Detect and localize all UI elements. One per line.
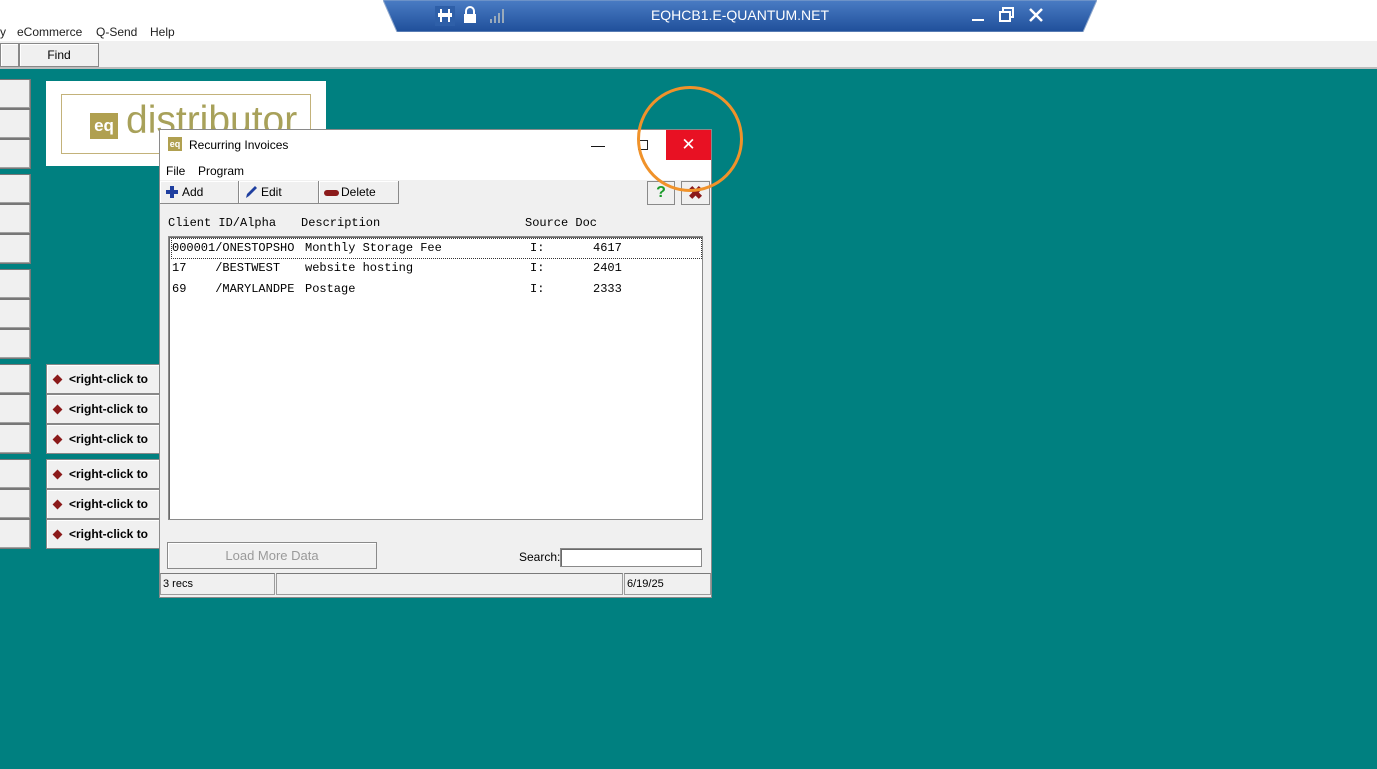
- side-button-4[interactable]: [0, 174, 31, 204]
- cell-description: Postage: [305, 282, 356, 296]
- list-row[interactable]: 17 /BESTWEST website hosting I: 2401: [171, 259, 700, 278]
- cell-source: I:: [530, 282, 545, 296]
- quick-button-4[interactable]: <right-click to: [46, 459, 160, 489]
- dialog-toolbar: Add Edit Delete ? ✖: [160, 180, 711, 206]
- side-button-7[interactable]: [0, 269, 31, 299]
- delete-button-label: Delete: [341, 185, 376, 199]
- menu-program[interactable]: Program: [198, 164, 244, 178]
- cell-doc: 4617: [593, 241, 622, 255]
- column-headers: Client ID/Alpha Description Source Doc: [168, 216, 703, 230]
- side-button-11[interactable]: [0, 394, 31, 424]
- column-header-client[interactable]: Client ID/Alpha: [168, 216, 276, 230]
- cell-description: Monthly Storage Fee: [305, 241, 442, 255]
- quick-button-2[interactable]: <right-click to: [46, 394, 160, 424]
- search-input[interactable]: [560, 548, 702, 567]
- menu-file[interactable]: File: [166, 164, 185, 178]
- side-button-1[interactable]: [0, 79, 31, 109]
- logo-badge: eq: [90, 113, 118, 139]
- cell-source: I:: [530, 261, 545, 275]
- menu-item-q-send[interactable]: Q-Send: [96, 25, 137, 39]
- remote-session-title: EQHCB1.E-QUANTUM.NET: [650, 7, 830, 23]
- quick-button-1[interactable]: <right-click to: [46, 364, 160, 394]
- add-button-label: Add: [182, 185, 204, 199]
- menu-item-ecommerce[interactable]: eCommerce: [17, 25, 82, 39]
- cell-source: I:: [530, 241, 545, 255]
- edit-button[interactable]: Edit: [239, 181, 319, 204]
- delete-icon: [323, 183, 339, 201]
- column-header-source-doc[interactable]: Source Doc: [525, 216, 597, 230]
- menu-item-partial[interactable]: y: [0, 25, 6, 39]
- diamond-icon: [52, 374, 63, 385]
- app-toolbar: Find: [0, 41, 1377, 69]
- column-header-description[interactable]: Description: [301, 216, 380, 230]
- minimize-button[interactable]: —: [581, 130, 615, 160]
- add-button[interactable]: Add: [160, 181, 239, 204]
- status-date: 6/19/25: [624, 573, 711, 595]
- pencil-icon: [243, 183, 259, 201]
- side-button-2[interactable]: [0, 109, 31, 139]
- toolbar-button-partial[interactable]: [0, 43, 19, 67]
- cell-client: 17 /BESTWEST: [172, 261, 281, 275]
- side-button-8[interactable]: [0, 299, 31, 329]
- cell-description: website hosting: [305, 261, 414, 275]
- dialog-menubar: File Program: [160, 160, 711, 180]
- cell-doc: 2401: [593, 261, 622, 275]
- status-record-count: 3 recs: [160, 573, 275, 595]
- diamond-icon: [52, 434, 63, 445]
- list-row[interactable]: 000001/ONESTOPSHO Monthly Storage Fee I:…: [171, 238, 702, 259]
- dialog-title: Recurring Invoices: [189, 138, 289, 152]
- side-button-6[interactable]: [0, 234, 31, 264]
- dialog-titlebar[interactable]: eq Recurring Invoices — ✕: [160, 130, 711, 160]
- cell-client: 000001/ONESTOPSHO: [172, 241, 295, 255]
- menu-item-help[interactable]: Help: [150, 25, 175, 39]
- quick-button-3[interactable]: <right-click to: [46, 424, 160, 454]
- delete-button[interactable]: Delete: [319, 181, 399, 204]
- diamond-icon: [52, 499, 63, 510]
- quick-button-label: <right-click to: [69, 402, 149, 416]
- load-more-data-button[interactable]: Load More Data: [167, 542, 377, 569]
- side-button-3[interactable]: [0, 139, 31, 169]
- diamond-icon: [52, 469, 63, 480]
- side-button-10[interactable]: [0, 364, 31, 394]
- cell-client: 69 /MARYLANDPE: [172, 282, 295, 296]
- quick-button-label: <right-click to: [69, 467, 149, 481]
- quick-button-5[interactable]: <right-click to: [46, 489, 160, 519]
- status-bar: 3 recs 6/19/25: [160, 572, 711, 597]
- side-button-12[interactable]: [0, 424, 31, 454]
- quick-button-label: <right-click to: [69, 432, 149, 446]
- quick-button-6[interactable]: <right-click to: [46, 519, 160, 549]
- diamond-icon: [52, 529, 63, 540]
- invoice-list[interactable]: 000001/ONESTOPSHO Monthly Storage Fee I:…: [168, 236, 703, 520]
- side-button-14[interactable]: [0, 489, 31, 519]
- plus-icon: [164, 183, 180, 201]
- quick-button-label: <right-click to: [69, 497, 149, 511]
- find-button[interactable]: Find: [19, 43, 99, 67]
- quick-button-label: <right-click to: [69, 372, 149, 386]
- status-middle: [276, 573, 623, 595]
- remote-session-bar: EQHCB1.E-QUANTUM.NET: [383, 0, 1097, 32]
- search-label: Search:: [519, 550, 561, 564]
- side-button-13[interactable]: [0, 459, 31, 489]
- highlight-circle: [637, 86, 743, 192]
- quick-button-label: <right-click to: [69, 527, 149, 541]
- side-button-15[interactable]: [0, 519, 31, 549]
- list-row[interactable]: 69 /MARYLANDPE Postage I: 2333: [171, 280, 700, 299]
- recurring-invoices-dialog: eq Recurring Invoices — ✕ File Program A…: [159, 129, 712, 598]
- cell-doc: 2333: [593, 282, 622, 296]
- app-icon: eq: [168, 137, 182, 151]
- side-button-9[interactable]: [0, 329, 31, 359]
- diamond-icon: [52, 404, 63, 415]
- edit-button-label: Edit: [261, 185, 282, 199]
- side-button-5[interactable]: [0, 204, 31, 234]
